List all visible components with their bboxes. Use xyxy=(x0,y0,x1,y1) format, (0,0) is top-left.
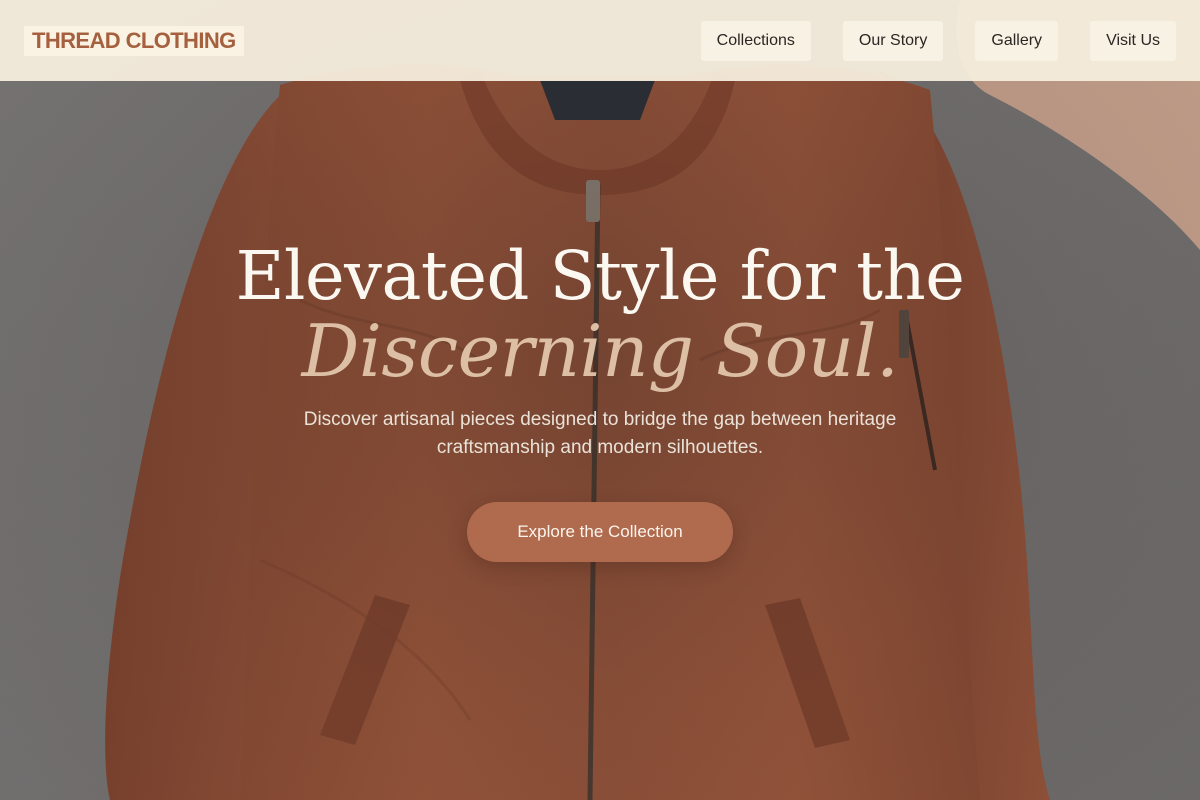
hero-subtitle: Discover artisanal pieces designed to br… xyxy=(303,409,897,458)
hero-headline: Elevated Style for the Discerning Soul. xyxy=(0,236,1200,393)
nav-visit-us[interactable]: Visit Us xyxy=(1090,20,1176,61)
hero-headline-line2: Discerning Soul. xyxy=(301,309,899,393)
hero-headline-line1: Elevated Style for the xyxy=(235,237,965,315)
main-nav: Collections Our Story Gallery Visit Us xyxy=(700,20,1176,61)
nav-collections[interactable]: Collections xyxy=(700,20,811,61)
hero-overlay xyxy=(0,0,1200,800)
site-header: THREAD CLOTHING Collections Our Story Ga… xyxy=(0,0,1200,81)
explore-collection-button[interactable]: Explore the Collection xyxy=(467,502,733,562)
brand-logo[interactable]: THREAD CLOTHING xyxy=(24,25,244,56)
nav-gallery[interactable]: Gallery xyxy=(975,20,1059,61)
page: THREAD CLOTHING Collections Our Story Ga… xyxy=(0,0,1200,800)
nav-our-story[interactable]: Our Story xyxy=(842,20,944,61)
